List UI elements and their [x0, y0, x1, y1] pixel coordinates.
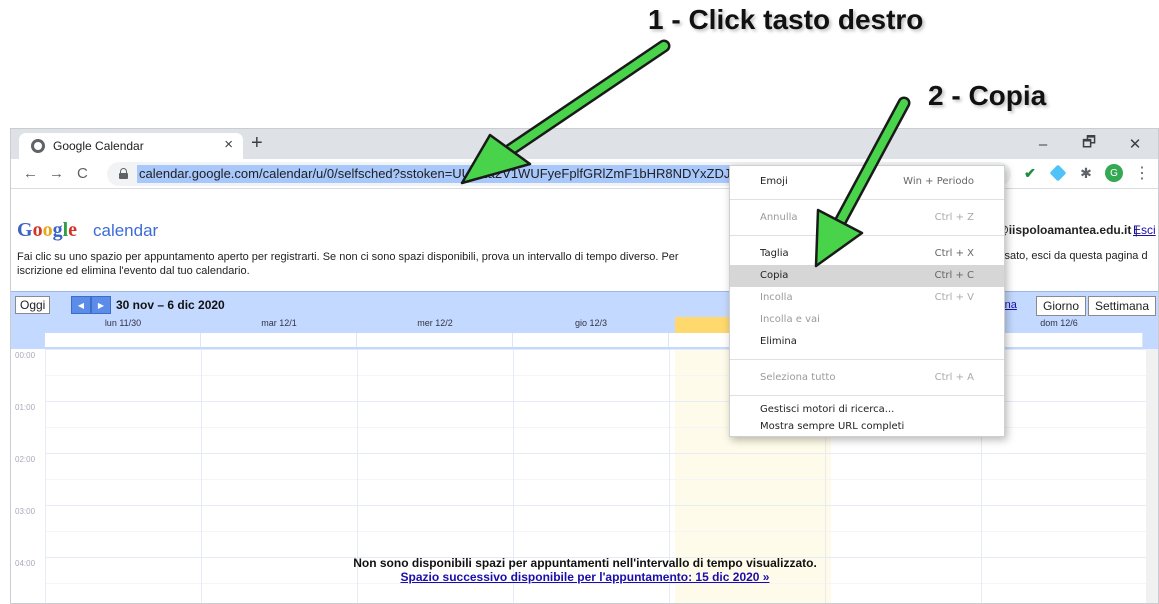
calendar-logo-text: calendar: [93, 221, 159, 240]
day-header: lun 11/30: [104, 318, 142, 328]
day-header: mer 12/2: [417, 318, 453, 328]
annotation-step-1: 1 - Click tasto destro: [648, 4, 924, 35]
all-day-cell[interactable]: [513, 333, 669, 347]
logout-link[interactable]: Esci: [1133, 223, 1156, 237]
screenshot-stage: 1 - Click tasto destro 2 - Copia Google …: [0, 0, 1159, 604]
user-email: @iispoloamantea.edu.it |: [997, 223, 1138, 237]
all-day-cell[interactable]: [201, 333, 357, 347]
annotation-step-2: 2 - Copia: [928, 80, 1047, 111]
next-slot-link[interactable]: Spazio successivo disponibile per l'appu…: [11, 570, 1158, 584]
menu-item-emoji[interactable]: Emoji Win + Periodo: [730, 171, 1004, 193]
no-slots-message: Non sono disponibili spazi per appuntame…: [353, 556, 817, 570]
tab-strip: Google Calendar × + – 🗗 ✕: [11, 129, 1158, 159]
profile-avatar[interactable]: G: [1105, 164, 1123, 182]
restore-button[interactable]: 🗗: [1066, 129, 1112, 159]
diamond-extension-icon[interactable]: [1049, 164, 1067, 182]
more-menu-icon[interactable]: ⋮: [1133, 164, 1151, 182]
prev-week-icon[interactable]: ◀: [71, 296, 91, 314]
hour-label: 02:00: [15, 455, 36, 464]
view-day-button[interactable]: Giorno: [1036, 296, 1087, 316]
window-controls: – 🗗 ✕: [1020, 129, 1158, 159]
menu-item-undo[interactable]: Annulla Ctrl + Z: [730, 207, 1004, 229]
tab-close-icon[interactable]: ×: [224, 136, 233, 153]
menu-item-paste-and-go[interactable]: Incolla e vai: [730, 309, 1004, 331]
day-header: mar 12/1: [261, 318, 297, 328]
new-tab-button[interactable]: +: [251, 132, 263, 155]
menu-item-select-all[interactable]: Seleziona tutto Ctrl + A: [730, 367, 1004, 389]
minimize-button[interactable]: –: [1020, 129, 1066, 159]
all-day-cell[interactable]: [45, 333, 201, 347]
hour-label: 01:00: [15, 403, 36, 412]
hour-label: 03:00: [15, 507, 36, 516]
tab-google-calendar[interactable]: Google Calendar ×: [19, 133, 243, 159]
forward-arrow-icon[interactable]: →: [49, 165, 64, 182]
all-day-cell[interactable]: [981, 333, 1143, 347]
menu-item-cut[interactable]: Taglia Ctrl + X: [730, 243, 1004, 265]
menu-item-paste[interactable]: Incolla Ctrl + V: [730, 287, 1004, 309]
tab-title: Google Calendar: [53, 139, 144, 153]
menu-item-copy[interactable]: Copia Ctrl + C: [730, 265, 1004, 287]
intro-text: Fai clic su uno spazio per appuntamento …: [17, 251, 679, 277]
close-window-button[interactable]: ✕: [1112, 129, 1158, 159]
back-arrow-icon[interactable]: ←: [23, 165, 38, 182]
view-week-button[interactable]: Settimana: [1088, 296, 1157, 316]
extensions-area: ✔ ✱ G ⋮: [1021, 164, 1151, 182]
context-menu: Emoji Win + Periodo Annulla Ctrl + Z Tagli…: [729, 165, 1005, 437]
intro-text-continued: ssato, esci da questa pagina d: [999, 250, 1148, 262]
google-logo: Google: [17, 219, 78, 241]
day-header: gio 12/3: [574, 318, 608, 328]
all-day-cell[interactable]: [357, 333, 513, 347]
hour-label: 00:00: [15, 351, 36, 360]
today-button[interactable]: Oggi: [15, 296, 51, 314]
checkmark-extension-icon[interactable]: ✔: [1021, 164, 1039, 182]
menu-item-show-full-urls[interactable]: Mostra sempre URL completi: [730, 416, 1004, 438]
date-range: 30 nov – 6 dic 2020: [116, 298, 225, 312]
menu-item-delete[interactable]: Elimina: [730, 331, 1004, 353]
next-week-icon[interactable]: ▶: [91, 296, 111, 314]
puzzle-extensions-icon[interactable]: ✱: [1077, 164, 1095, 182]
globe-icon: [31, 139, 45, 153]
reload-icon[interactable]: C: [77, 165, 88, 182]
lock-icon[interactable]: [119, 168, 128, 179]
